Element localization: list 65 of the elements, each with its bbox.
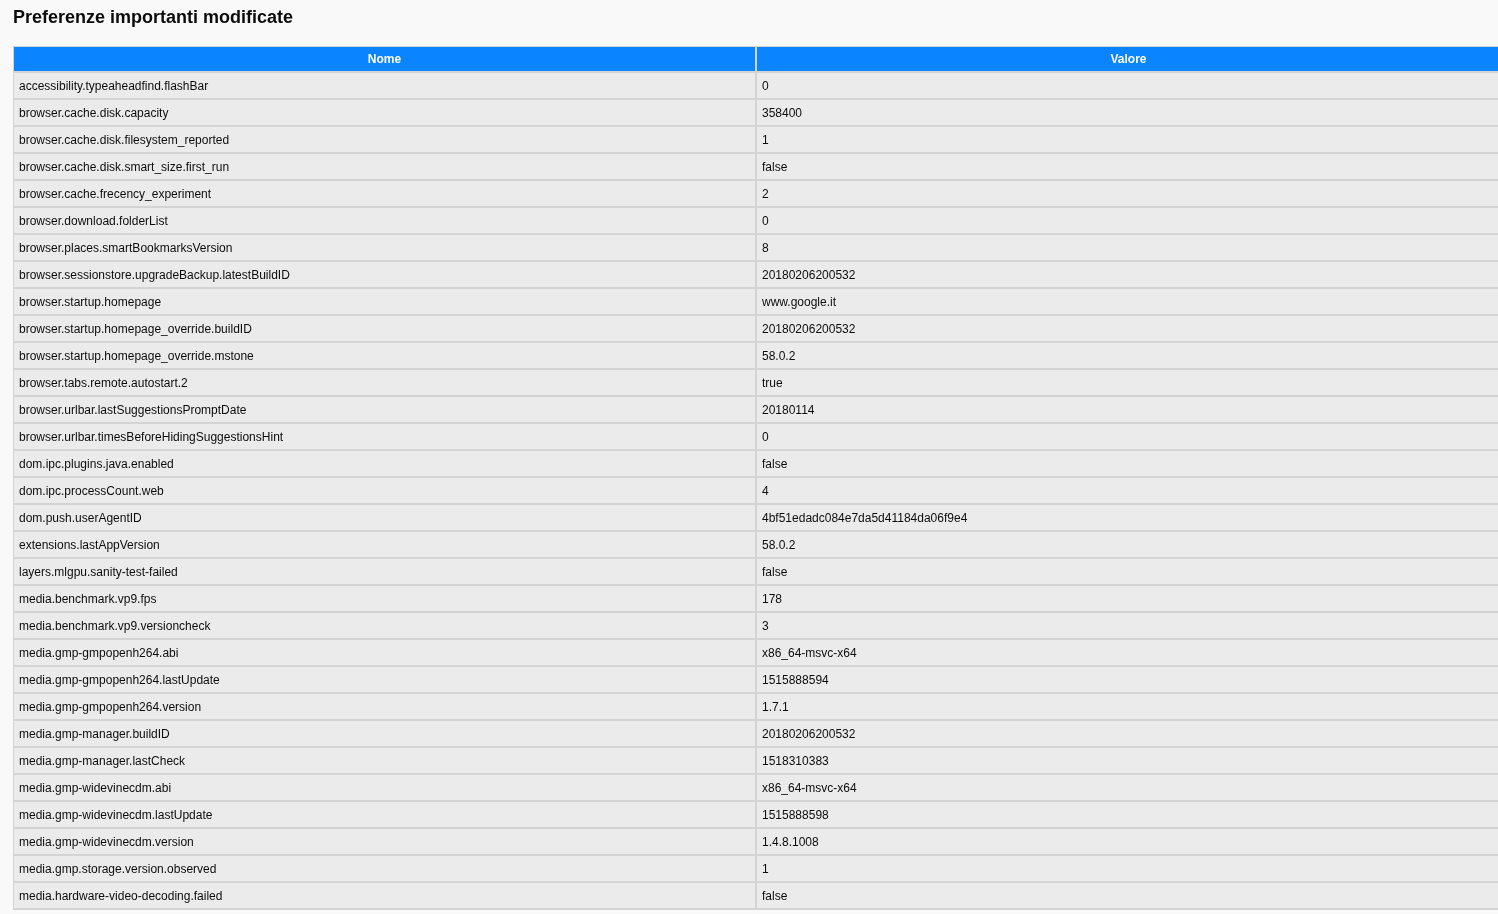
table-cell: layers.mlgpu.sanity-test-failed xyxy=(14,559,755,584)
table-cell: media.gmp-widevinecdm.abi xyxy=(14,775,755,800)
table-cell: dom.push.userAgentID xyxy=(14,505,755,530)
table-cell: 0 xyxy=(757,208,1498,233)
table-cell: accessibility.typeaheadfind.flashBar xyxy=(14,73,755,98)
column-header: Nome xyxy=(14,47,755,71)
table-cell: 58.0.2 xyxy=(757,343,1498,368)
table-cell: www.google.it xyxy=(757,289,1498,314)
section-title: Preferenze importanti modificate xyxy=(12,6,295,29)
table-cell: x86_64-msvc-x64 xyxy=(757,640,1498,665)
table-cell: browser.download.folderList xyxy=(14,208,755,233)
table-cell: media.gmp-gmpopenh264.lastUpdate xyxy=(14,667,755,692)
table-cell: browser.places.smartBookmarksVersion xyxy=(14,235,755,260)
table-cell: 20180206200532 xyxy=(757,262,1498,287)
table-cell: browser.startup.homepage_override.mstone xyxy=(14,343,755,368)
table-cell: 1515888598 xyxy=(757,802,1498,827)
table-cell: dom.ipc.processCount.web xyxy=(14,478,755,503)
table-cell: 178 xyxy=(757,586,1498,611)
table-cell: browser.sessionstore.upgradeBackup.latestBuildID xyxy=(14,262,755,287)
table-cell: 8 xyxy=(757,235,1498,260)
table-cell: media.gmp-manager.lastCheck xyxy=(14,748,755,773)
table-cell: 1 xyxy=(757,127,1498,152)
table-cell: 1518310383 xyxy=(757,748,1498,773)
table-cell: browser.startup.homepage xyxy=(14,289,755,314)
table-cell: 1.7.1 xyxy=(757,694,1498,719)
table-cell: 1515888594 xyxy=(757,667,1498,692)
table-cell: browser.urlbar.timesBeforeHidingSuggestionsHint xyxy=(14,424,755,449)
table-cell: 20180206200532 xyxy=(757,316,1498,341)
table-cell: false xyxy=(757,559,1498,584)
table-cell: false xyxy=(757,883,1498,908)
table-cell: browser.tabs.remote.autostart.2 xyxy=(14,370,755,395)
table-cell: browser.cache.disk.capacity xyxy=(14,100,755,125)
table-cell: 58.0.2 xyxy=(757,532,1498,557)
table-cell: media.hardware-video-decoding.failed xyxy=(14,883,755,908)
table-cell: media.gmp.storage.version.observed xyxy=(14,856,755,881)
table-cell: 1 xyxy=(757,856,1498,881)
table-cell: 0 xyxy=(757,73,1498,98)
table-cell: browser.cache.disk.filesystem_reported xyxy=(14,127,755,152)
column-header: Valore xyxy=(757,47,1498,71)
table-cell: media.benchmark.vp9.versioncheck xyxy=(14,613,755,638)
table-cell: 4 xyxy=(757,478,1498,503)
table-cell: 2 xyxy=(757,181,1498,206)
table-cell: false xyxy=(757,154,1498,179)
table-cell: browser.urlbar.lastSuggestionsPromptDate xyxy=(14,397,755,422)
table-cell: 358400 xyxy=(757,100,1498,125)
table-cell: media.benchmark.vp9.fps xyxy=(14,586,755,611)
table-cell: 4bf51edadc084e7da5d41184da06f9e4 xyxy=(757,505,1498,530)
table-cell: 1.4.8.1008 xyxy=(757,829,1498,854)
table-cell: true xyxy=(757,370,1498,395)
table-cell: false xyxy=(757,451,1498,476)
table-cell: 20180206200532 xyxy=(757,721,1498,746)
table-cell: browser.startup.homepage_override.buildID xyxy=(14,316,755,341)
table-cell: media.gmp-widevinecdm.lastUpdate xyxy=(14,802,755,827)
table-cell: browser.cache.frecency_experiment xyxy=(14,181,755,206)
table-cell: 20180114 xyxy=(757,397,1498,422)
table-cell: dom.ipc.plugins.java.enabled xyxy=(14,451,755,476)
table-cell: x86_64-msvc-x64 xyxy=(757,775,1498,800)
table-cell: browser.cache.disk.smart_size.first_run xyxy=(14,154,755,179)
table-cell: media.gmp-widevinecdm.version xyxy=(14,829,755,854)
table-cell: media.gmp-manager.buildID xyxy=(14,721,755,746)
table-cell: media.gmp-gmpopenh264.abi xyxy=(14,640,755,665)
table-cell: extensions.lastAppVersion xyxy=(14,532,755,557)
table-cell: 0 xyxy=(757,424,1498,449)
table-cell: 3 xyxy=(757,613,1498,638)
table-cell: media.gmp-gmpopenh264.version xyxy=(14,694,755,719)
